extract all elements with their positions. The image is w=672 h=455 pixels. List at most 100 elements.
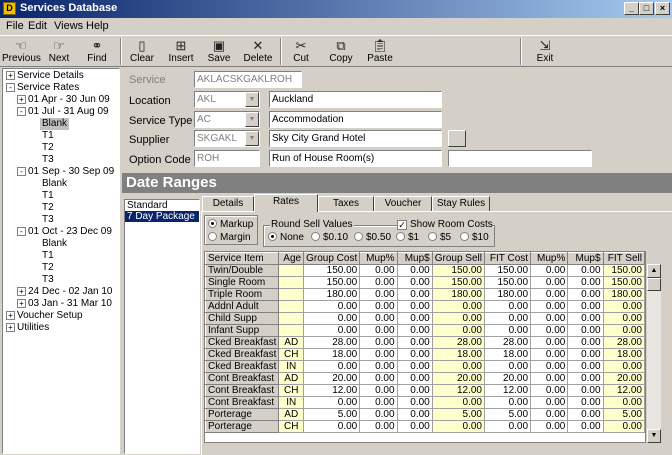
table-cell[interactable]: 20.00 bbox=[303, 372, 361, 385]
table-cell[interactable]: 0.00 bbox=[431, 300, 485, 313]
row-header-cell[interactable]: Triple Room bbox=[205, 288, 280, 301]
table-cell[interactable]: 12.00 bbox=[483, 384, 532, 397]
col-fit-mup-pct[interactable]: Mup% bbox=[530, 252, 569, 265]
table-cell[interactable]: 0.00 bbox=[359, 396, 398, 409]
table-cell[interactable]: 0.00 bbox=[303, 396, 361, 409]
table-cell[interactable]: 180.00 bbox=[431, 288, 485, 301]
tree-node-t1[interactable]: T1 bbox=[42, 190, 54, 202]
col-fit-cost[interactable]: FIT Cost bbox=[483, 252, 532, 265]
table-cell[interactable]: 0.00 bbox=[359, 336, 398, 349]
row-header-cell[interactable]: Addnl Adult bbox=[205, 300, 280, 313]
table-cell[interactable]: 0.00 bbox=[602, 396, 645, 409]
table-cell[interactable]: 0.00 bbox=[359, 300, 398, 313]
scroll-down-button[interactable]: ▼ bbox=[647, 429, 661, 443]
tree-node-t1[interactable]: T1 bbox=[42, 130, 54, 142]
table-cell[interactable] bbox=[278, 276, 305, 289]
table-cell[interactable]: 0.00 bbox=[483, 420, 532, 433]
table-cell[interactable]: 0.00 bbox=[567, 288, 604, 301]
table-cell[interactable]: 0.00 bbox=[567, 324, 604, 337]
table-cell[interactable]: 28.00 bbox=[431, 336, 485, 349]
collapse-icon[interactable]: - bbox=[17, 227, 26, 236]
col-fit-sell[interactable]: FIT Sell bbox=[602, 252, 645, 265]
col-group-cost[interactable]: Group Cost bbox=[303, 252, 361, 265]
round-010-radio[interactable]: $0.10 bbox=[311, 232, 348, 243]
row-header-cell[interactable]: Porterage bbox=[205, 420, 280, 433]
table-cell[interactable]: 20.00 bbox=[483, 372, 532, 385]
table-cell[interactable]: 150.00 bbox=[483, 276, 532, 289]
insert-button[interactable]: ⊞ Insert bbox=[164, 37, 198, 66]
expand-icon[interactable]: + bbox=[6, 71, 15, 80]
table-cell[interactable] bbox=[278, 324, 305, 337]
tree-node-voucher-setup[interactable]: + Voucher Setup bbox=[6, 310, 83, 322]
service-type-dropdown-button[interactable]: ▼ bbox=[245, 112, 259, 127]
table-cell[interactable]: 12.00 bbox=[602, 384, 645, 397]
table-cell[interactable]: 28.00 bbox=[303, 336, 361, 349]
table-cell[interactable]: 0.00 bbox=[567, 408, 604, 421]
save-button[interactable]: ▣ Save bbox=[204, 37, 234, 66]
tree-node-service-details[interactable]: + Service Details bbox=[6, 70, 84, 82]
supplier-dropdown-button[interactable]: ▼ bbox=[245, 131, 259, 146]
table-cell[interactable]: 0.00 bbox=[396, 420, 433, 433]
tree-node-t2[interactable]: T2 bbox=[42, 262, 54, 274]
table-cell[interactable]: 0.00 bbox=[396, 324, 433, 337]
tab-stay-rules[interactable]: Stay Rules bbox=[432, 196, 490, 211]
table-cell[interactable]: 0.00 bbox=[530, 336, 569, 349]
supplier-name-field[interactable]: Sky City Grand Hotel bbox=[269, 130, 442, 147]
table-cell[interactable] bbox=[278, 264, 305, 277]
option-code-field[interactable]: ROH bbox=[194, 150, 260, 167]
table-cell[interactable]: 150.00 bbox=[602, 276, 645, 289]
table-cell[interactable]: 0.00 bbox=[567, 360, 604, 373]
exit-button[interactable]: ⇲ Exit bbox=[528, 37, 562, 66]
table-cell[interactable]: 0.00 bbox=[303, 312, 361, 325]
tree-node-date-range[interactable]: -01 Jul - 31 Aug 09 bbox=[17, 106, 109, 118]
table-cell[interactable]: 0.00 bbox=[359, 408, 398, 421]
close-button[interactable]: × bbox=[655, 2, 670, 15]
table-cell[interactable]: 0.00 bbox=[396, 276, 433, 289]
markup-radio[interactable]: Markup bbox=[208, 219, 253, 230]
table-cell[interactable]: 0.00 bbox=[303, 360, 361, 373]
tree-node-utilities[interactable]: + Utilities bbox=[6, 322, 49, 334]
location-dropdown-button[interactable]: ▼ bbox=[245, 92, 259, 107]
table-cell[interactable]: CH bbox=[278, 384, 305, 397]
table-cell[interactable]: 28.00 bbox=[483, 336, 532, 349]
table-cell[interactable]: 0.00 bbox=[396, 396, 433, 409]
menu-edit[interactable]: Edit bbox=[28, 20, 47, 32]
row-header-cell[interactable]: Child Supp bbox=[205, 312, 280, 325]
collapse-icon[interactable]: - bbox=[17, 107, 26, 116]
table-cell[interactable]: 0.00 bbox=[602, 420, 645, 433]
round-none-radio[interactable]: None bbox=[268, 232, 304, 243]
table-cell[interactable]: 12.00 bbox=[303, 384, 361, 397]
row-header-cell[interactable]: Cont Breakfast bbox=[205, 384, 280, 397]
table-cell[interactable]: 5.00 bbox=[602, 408, 645, 421]
table-cell[interactable]: CH bbox=[278, 348, 305, 361]
table-cell[interactable]: 5.00 bbox=[303, 408, 361, 421]
scroll-thumb[interactable] bbox=[647, 278, 661, 291]
tree-node-t1[interactable]: T1 bbox=[42, 250, 54, 262]
row-header-cell[interactable]: Twin/Double bbox=[205, 264, 280, 277]
table-cell[interactable]: 0.00 bbox=[530, 324, 569, 337]
table-cell[interactable]: 0.00 bbox=[530, 288, 569, 301]
table-cell[interactable]: 0.00 bbox=[396, 300, 433, 313]
table-cell[interactable]: 5.00 bbox=[483, 408, 532, 421]
table-cell[interactable]: 0.00 bbox=[359, 276, 398, 289]
row-header-cell[interactable]: Cked Breakfast bbox=[205, 348, 280, 361]
table-cell[interactable]: 5.00 bbox=[431, 408, 485, 421]
maximize-button[interactable]: □ bbox=[639, 2, 654, 15]
row-header-cell[interactable]: Porterage bbox=[205, 408, 280, 421]
table-cell[interactable]: 0.00 bbox=[483, 360, 532, 373]
table-cell[interactable]: 0.00 bbox=[567, 348, 604, 361]
table-cell[interactable] bbox=[278, 288, 305, 301]
previous-button[interactable]: ☜ Previous bbox=[2, 37, 41, 66]
expand-icon[interactable]: + bbox=[17, 299, 26, 308]
table-cell[interactable]: 18.00 bbox=[483, 348, 532, 361]
table-cell[interactable]: 0.00 bbox=[530, 420, 569, 433]
col-service-item[interactable]: Service Item bbox=[205, 252, 280, 265]
table-cell[interactable]: 180.00 bbox=[602, 288, 645, 301]
supplier-lookup-button[interactable] bbox=[448, 130, 466, 147]
tree-node-t2[interactable]: T2 bbox=[42, 142, 54, 154]
menu-views[interactable]: Views bbox=[54, 20, 83, 32]
table-cell[interactable]: AD bbox=[278, 336, 305, 349]
table-cell[interactable]: 0.00 bbox=[530, 408, 569, 421]
table-cell[interactable]: IN bbox=[278, 396, 305, 409]
table-cell[interactable]: 150.00 bbox=[431, 276, 485, 289]
